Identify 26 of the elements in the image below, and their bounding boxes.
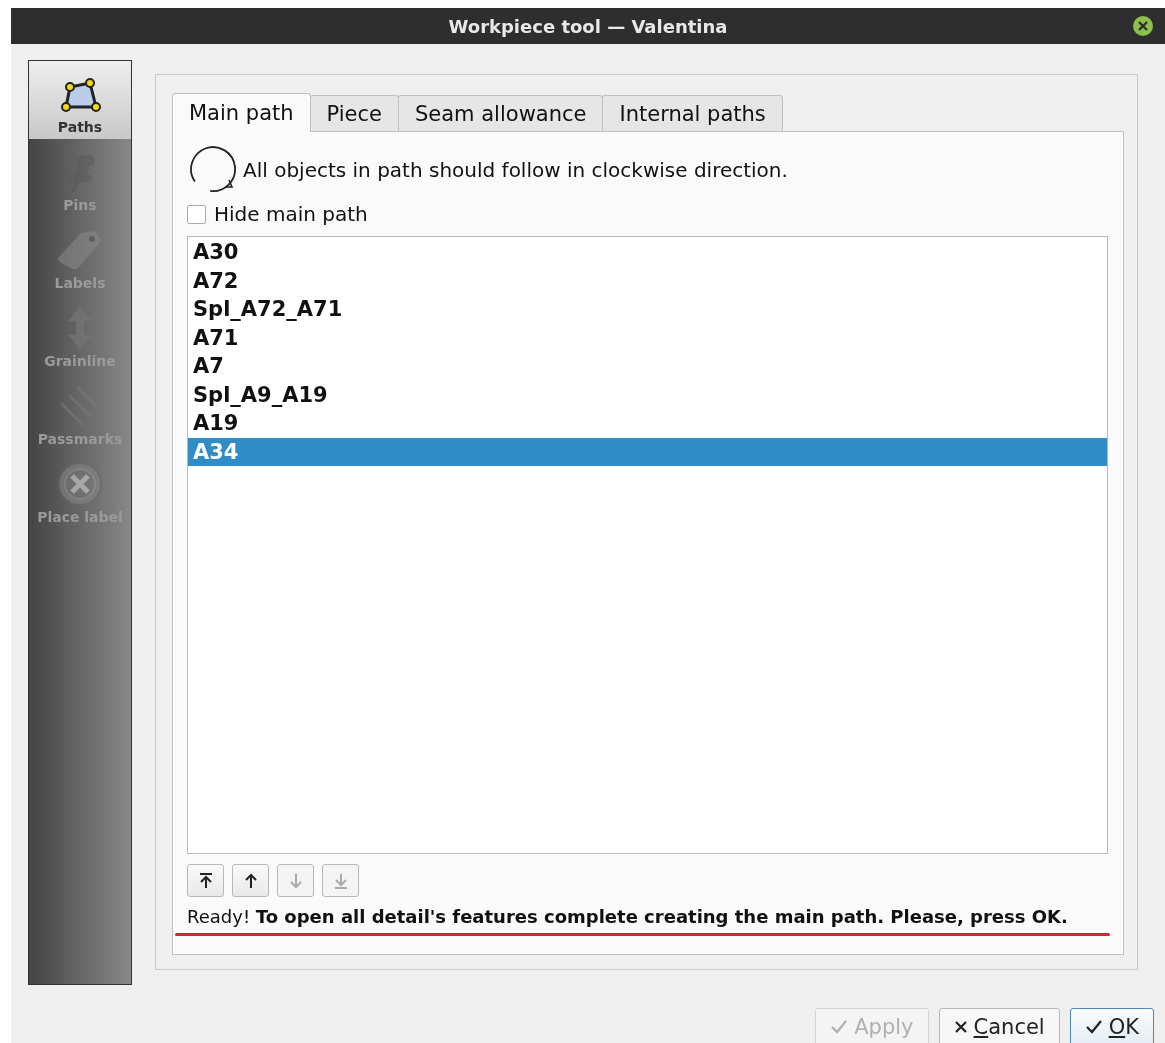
list-item[interactable]: Spl_A72_A71 [188, 295, 1107, 324]
ok-button[interactable]: OK [1069, 1008, 1154, 1043]
list-item[interactable]: A71 [188, 323, 1107, 352]
sidebar-item[interactable]: Paths [29, 61, 131, 139]
close-icon [953, 1020, 968, 1034]
list-item[interactable]: A72 [188, 266, 1107, 295]
tab[interactable]: Piece [309, 95, 399, 131]
list-item[interactable]: Spl_A9_A19 [188, 380, 1107, 409]
move-top-button[interactable] [187, 864, 224, 897]
cancel-button[interactable]: Cancel [938, 1008, 1060, 1043]
status-message: Ready! To open all detail's features complete creating the main path. Please, press OK. [187, 905, 1068, 929]
window-title: Workpiece tool — Valentina [448, 15, 728, 37]
hide-main-path-checkbox[interactable]: Hide main path [187, 202, 1108, 226]
button-icon [57, 461, 103, 507]
direction-note: All objects in path should follow in clockwise direction. [243, 158, 788, 182]
list-item[interactable]: A30 [188, 238, 1107, 267]
list-item[interactable]: A34 [188, 437, 1107, 466]
tab[interactable]: Main path [172, 93, 311, 132]
close-icon[interactable] [1133, 16, 1153, 36]
check-icon [1084, 1019, 1103, 1035]
list-item[interactable]: A19 [188, 409, 1107, 438]
tab[interactable]: Seam allowance [398, 95, 604, 131]
list-item[interactable]: A7 [188, 352, 1107, 381]
tab[interactable]: Internal paths [602, 95, 783, 131]
check-icon [830, 1019, 849, 1035]
arrow-up-button[interactable] [232, 864, 269, 897]
